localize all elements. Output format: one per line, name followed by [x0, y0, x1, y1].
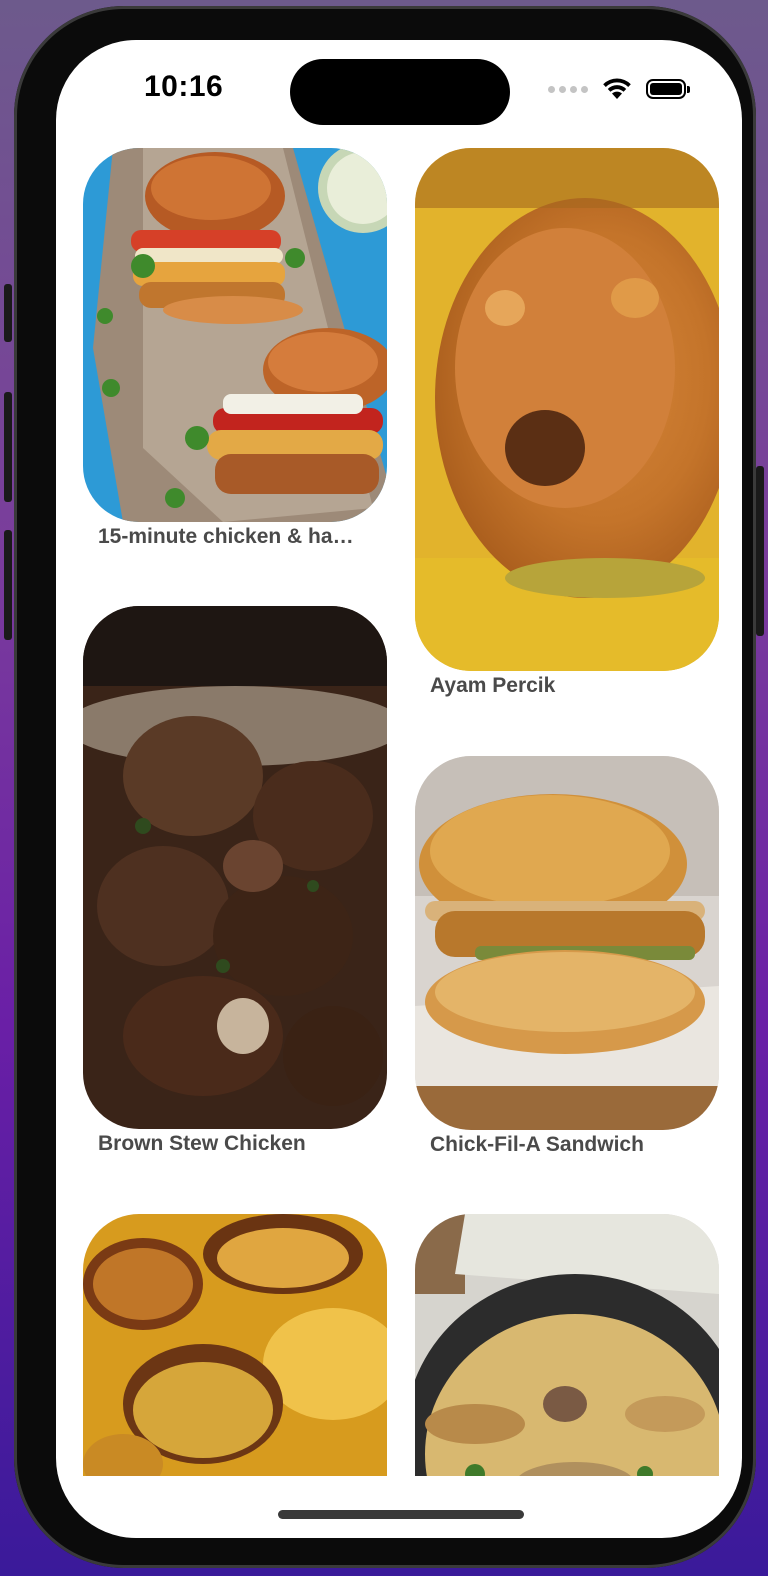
recipe-title: Chick-Fil-A Sandwich	[430, 1133, 644, 1156]
silent-switch	[4, 284, 12, 342]
grilled-chicken-photo	[415, 148, 719, 671]
potato-gratin-photo	[83, 1214, 387, 1476]
recipe-title: 15-minute chicken & halloumi burgers	[98, 525, 354, 548]
cellular-signal-icon	[548, 85, 588, 93]
chicken-sandwich-photo	[415, 756, 719, 1130]
recipe-title: Brown Stew Chicken	[98, 1132, 306, 1155]
volume-down-button	[4, 530, 12, 640]
power-button	[756, 466, 764, 636]
battery-icon	[646, 79, 690, 99]
chicken-pasta-photo	[415, 1214, 719, 1476]
status-icons	[548, 78, 690, 100]
recipe-grid[interactable]: 15-minute chicken & halloumi burgers	[56, 148, 742, 1476]
recipe-card[interactable]	[415, 1214, 719, 1476]
recipe-card[interactable]	[83, 1214, 387, 1476]
recipe-card[interactable]: Chick-Fil-A Sandwich	[415, 756, 719, 1158]
recipe-card[interactable]: 15-minute chicken & halloumi burgers	[83, 148, 387, 550]
recipe-title: Ayam Percik	[430, 674, 556, 697]
recipe-card[interactable]: Ayam Percik	[415, 148, 719, 699]
status-time: 10:16	[144, 70, 224, 103]
app-screen: 10:16 15-minute chicken & hall Ayam Perc…	[56, 40, 742, 1538]
recipe-card[interactable]: Brown Stew Chicken	[83, 606, 387, 1157]
chicken-burger-photo	[83, 148, 387, 522]
home-indicator[interactable]	[278, 1510, 524, 1519]
phone-frame: 10:16 15-minute chicken & hall Ayam Perc…	[14, 6, 756, 1568]
wifi-icon	[603, 78, 631, 99]
stew-chicken-photo	[83, 606, 387, 1129]
volume-up-button	[4, 392, 12, 502]
dynamic-island	[290, 59, 510, 125]
